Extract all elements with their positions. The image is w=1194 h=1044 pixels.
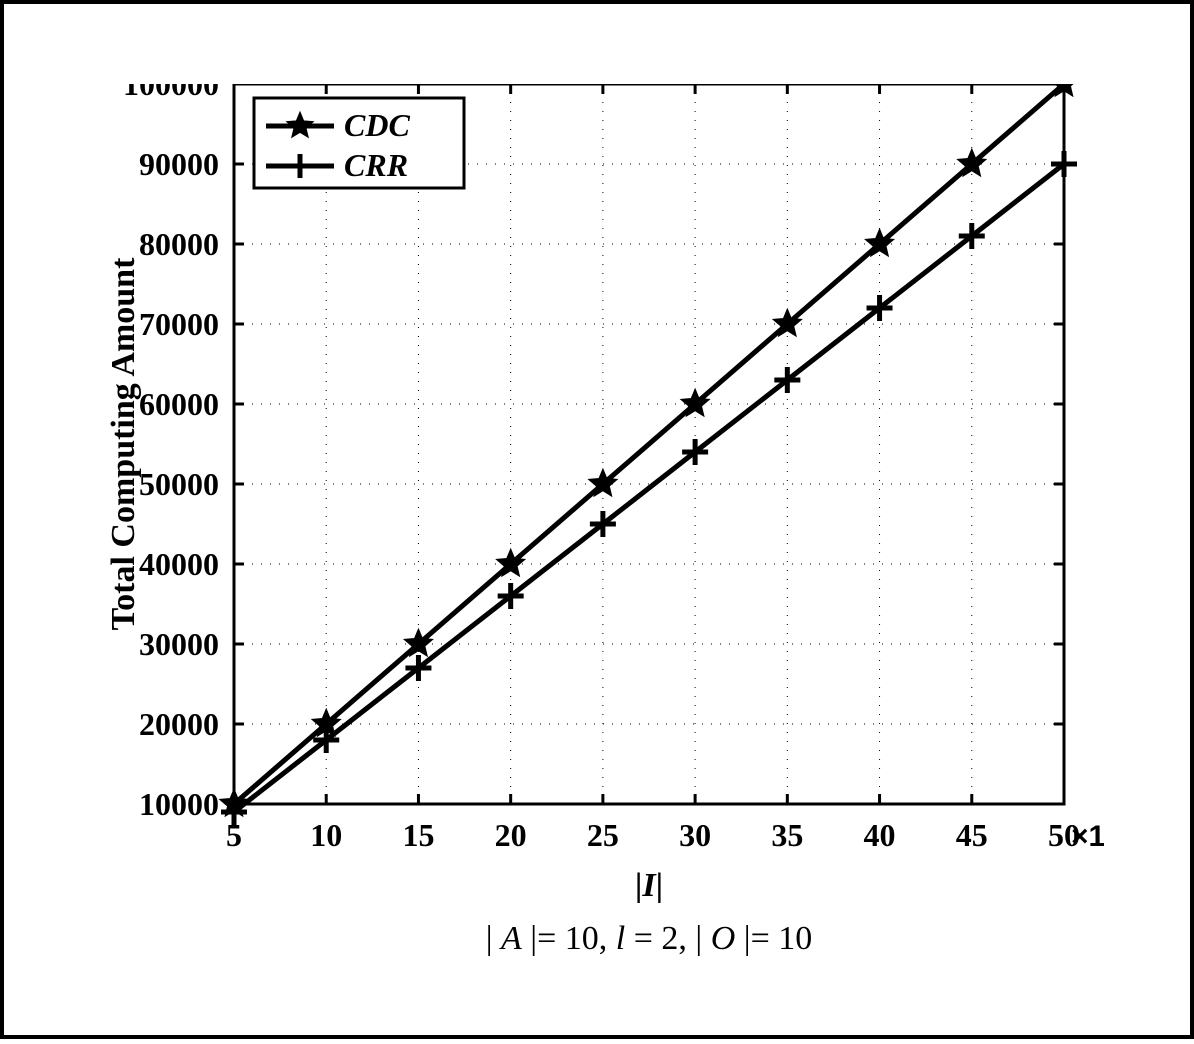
series-CDC bbox=[220, 84, 1079, 816]
chart-svg: 5101520253035404550100002000030000400005… bbox=[104, 84, 1104, 1044]
x-axis-multiplier: ×102 bbox=[1071, 817, 1104, 853]
series-line bbox=[234, 84, 1064, 804]
y-tick-label: 50000 bbox=[139, 466, 219, 502]
y-axis-label: Total Computing Amount bbox=[105, 257, 142, 631]
x-tick-label: 40 bbox=[864, 817, 896, 853]
x-tick-label: 25 bbox=[587, 817, 619, 853]
y-tick-label: 60000 bbox=[139, 386, 219, 422]
y-tick-label: 10000 bbox=[139, 786, 219, 822]
legend: CDC CRR bbox=[254, 98, 464, 188]
x-tick-label: 30 bbox=[679, 817, 711, 853]
y-tick-label: 90000 bbox=[139, 146, 219, 182]
x-axis-label: |I| bbox=[635, 867, 663, 904]
x-tick-label: 35 bbox=[771, 817, 803, 853]
series-line bbox=[234, 164, 1064, 812]
x-tick-label: 10 bbox=[310, 817, 342, 853]
legend-label: CRR bbox=[344, 147, 408, 183]
y-tick-label: 20000 bbox=[139, 706, 219, 742]
y-tick-label: 30000 bbox=[139, 626, 219, 662]
y-tick-label: 80000 bbox=[139, 226, 219, 262]
x-tick-label: 15 bbox=[402, 817, 434, 853]
y-tick-label: 70000 bbox=[139, 306, 219, 342]
parameter-annotation: | A |= 10, l = 2, | O |= 10 bbox=[486, 920, 813, 957]
y-tick-label: 40000 bbox=[139, 546, 219, 582]
x-tick-label: 45 bbox=[956, 817, 988, 853]
y-tick-label: 100000 bbox=[123, 84, 219, 102]
x-tick-label: 20 bbox=[495, 817, 527, 853]
chart-frame: 5101520253035404550100002000030000400005… bbox=[0, 0, 1194, 1039]
plot-container: 5101520253035404550100002000030000400005… bbox=[104, 84, 1104, 944]
legend-label: CDC bbox=[344, 107, 410, 143]
